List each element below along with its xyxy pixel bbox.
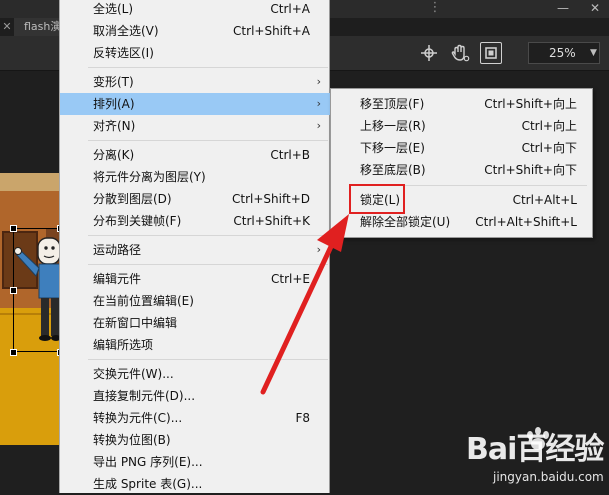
- menu-item-export-png-sequence[interactable]: 导出 PNG 序列(E)...: [60, 451, 330, 473]
- menu-item-convert-to-bitmap[interactable]: 转换为位图(B): [60, 429, 330, 451]
- submenu-arrow-icon: ›: [316, 97, 321, 110]
- menu-item-convert-to-symbol[interactable]: 转换为元件(C)... F8: [60, 407, 330, 429]
- menu-item-arrange[interactable]: 排列(A) ›: [60, 93, 330, 115]
- submenu-arrow-icon: ›: [316, 119, 321, 132]
- submenu-item-bring-to-front[interactable]: 移至顶层(F) Ctrl+Shift+向上: [331, 93, 592, 115]
- menu-item-transform[interactable]: 变形(T) ›: [60, 71, 330, 93]
- annotation-arrow-icon: [260, 214, 349, 395]
- selection-box: [13, 228, 60, 352]
- menu-item-select-all[interactable]: 全选(L) Ctrl+A: [60, 0, 330, 20]
- submenu-item-bring-forward[interactable]: 上移一层(R) Ctrl+向上: [331, 115, 592, 137]
- submenu-item-send-to-back[interactable]: 移至底层(B) Ctrl+Shift+向下: [331, 159, 592, 181]
- menu-item-symbol-to-layers[interactable]: 将元件分离为图层(Y): [60, 166, 330, 188]
- annotation-highlight-box: [349, 184, 405, 214]
- menu-separator: [88, 140, 328, 141]
- zoom-value: 25%: [549, 46, 576, 60]
- transform-handle[interactable]: [10, 287, 17, 294]
- menu-item-invert-selection[interactable]: 反转选区(I): [60, 42, 330, 64]
- submenu-item-unlock-all[interactable]: 解除全部锁定(U) Ctrl+Alt+Shift+L: [331, 211, 592, 233]
- transform-handle[interactable]: [10, 349, 17, 356]
- watermark-url: jingyan.baidu.com: [493, 470, 604, 484]
- watermark-brand: Bai百经验: [466, 432, 604, 467]
- menu-item-deselect-all[interactable]: 取消全选(V) Ctrl+Shift+A: [60, 20, 330, 42]
- menu-separator: [88, 67, 328, 68]
- transform-handle[interactable]: [10, 225, 17, 232]
- menu-item-distribute-to-layers[interactable]: 分散到图层(D) Ctrl+Shift+D: [60, 188, 330, 210]
- arrange-submenu: 移至顶层(F) Ctrl+Shift+向上 上移一层(R) Ctrl+向上 下移一层…: [330, 88, 593, 238]
- menu-item-generate-sprite-sheet[interactable]: 生成 Sprite 表(G)...: [60, 473, 330, 495]
- menu-item-align[interactable]: 对齐(N) ›: [60, 115, 330, 137]
- menu-item-break-apart[interactable]: 分离(K) Ctrl+B: [60, 144, 330, 166]
- chevron-down-icon[interactable]: ▼: [590, 42, 602, 64]
- document-tab-label: flash演: [24, 20, 60, 33]
- close-icon[interactable]: ✕: [0, 19, 14, 35]
- close-window-icon[interactable]: ✕: [586, 0, 604, 16]
- hand-icon[interactable]: [449, 42, 471, 64]
- submenu-item-send-backward[interactable]: 下移一层(E) Ctrl+向下: [331, 137, 592, 159]
- submenu-arrow-icon: ›: [316, 75, 321, 88]
- minimize-icon[interactable]: —: [554, 0, 572, 16]
- document-tab[interactable]: flash演: [14, 18, 60, 36]
- crosshair-icon[interactable]: [418, 42, 440, 64]
- clip-icon[interactable]: [480, 42, 502, 64]
- kebab-icon[interactable]: ⋮: [428, 0, 442, 16]
